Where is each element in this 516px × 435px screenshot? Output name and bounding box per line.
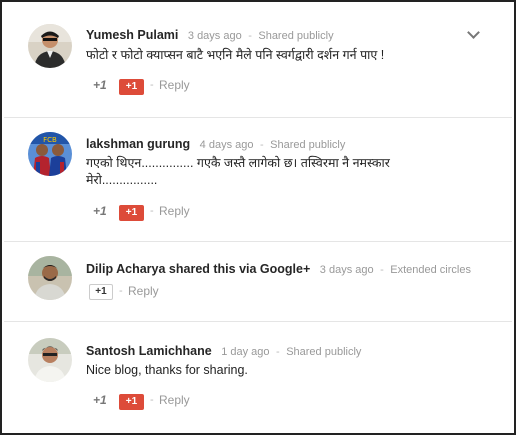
separator: -: [150, 79, 154, 91]
comment-header: lakshman gurung 4 days ago - Shared publ…: [86, 137, 345, 151]
reply-link[interactable]: Reply: [159, 78, 190, 92]
avatar[interactable]: FCB: [28, 132, 72, 176]
plus-one-button[interactable]: +1: [89, 284, 113, 300]
author-name[interactable]: Dilip Acharya: [86, 262, 165, 276]
avatar[interactable]: [28, 24, 72, 68]
author-name[interactable]: lakshman gurung: [86, 137, 190, 151]
reply-link[interactable]: Reply: [128, 284, 159, 298]
chevron-down-icon[interactable]: [467, 26, 480, 39]
comment-header: Yumesh Pulami 3 days ago - Shared public…: [86, 28, 334, 42]
plus-one-count[interactable]: +1: [93, 393, 107, 407]
separator: -: [119, 285, 123, 297]
visibility-label: Shared publicly: [270, 139, 346, 151]
comment-item: Yumesh Pulami 3 days ago - Shared public…: [4, 2, 512, 118]
comment-item: FCB lakshman gurung 4 days ago - Shared …: [4, 118, 512, 242]
separator: -: [276, 346, 280, 358]
separator: -: [380, 264, 384, 276]
timestamp[interactable]: 1 day ago: [221, 346, 269, 358]
svg-text:FCB: FCB: [43, 136, 57, 144]
reply-link[interactable]: Reply: [159, 393, 190, 407]
reply-link[interactable]: Reply: [159, 204, 190, 218]
plus-one-button[interactable]: +1: [119, 79, 144, 95]
plus-one-button[interactable]: +1: [119, 394, 144, 410]
timestamp[interactable]: 3 days ago: [188, 30, 242, 42]
timestamp[interactable]: 4 days ago: [200, 139, 254, 151]
plus-one-count[interactable]: +1: [93, 204, 107, 218]
author-name[interactable]: Santosh Lamichhane: [86, 344, 212, 358]
separator: -: [248, 30, 252, 42]
avatar[interactable]: [28, 338, 72, 382]
author-name[interactable]: Yumesh Pulami: [86, 28, 178, 42]
plus-one-count[interactable]: +1: [93, 78, 107, 92]
share-header: Dilip Acharya shared this via Google+ 3 …: [86, 262, 471, 276]
comments-panel: Yumesh Pulami 3 days ago - Shared public…: [0, 0, 516, 435]
share-item: Dilip Acharya shared this via Google+ 3 …: [4, 242, 512, 322]
visibility-label: Shared publicly: [286, 346, 362, 358]
timestamp[interactable]: 3 days ago: [320, 264, 374, 276]
plus-one-button[interactable]: +1: [119, 205, 144, 221]
separator: -: [150, 205, 154, 217]
comment-header: Santosh Lamichhane 1 day ago - Shared pu…: [86, 344, 361, 358]
comment-item: Santosh Lamichhane 1 day ago - Shared pu…: [4, 322, 512, 433]
visibility-label: Shared publicly: [258, 30, 334, 42]
comment-text: फोटो र फोटो क्याप्सन बाटै भएनि मैले पनि …: [86, 48, 385, 62]
comment-text: गएको थिएन............... गएकै जस्तै लागे…: [86, 156, 390, 187]
separator: -: [259, 139, 264, 151]
visibility-label: Extended circles: [390, 264, 471, 276]
comment-text: Nice blog, thanks for sharing.: [86, 363, 248, 377]
avatar[interactable]: [28, 256, 72, 300]
separator: -: [150, 394, 154, 406]
share-text: shared this via Google+: [168, 262, 311, 276]
